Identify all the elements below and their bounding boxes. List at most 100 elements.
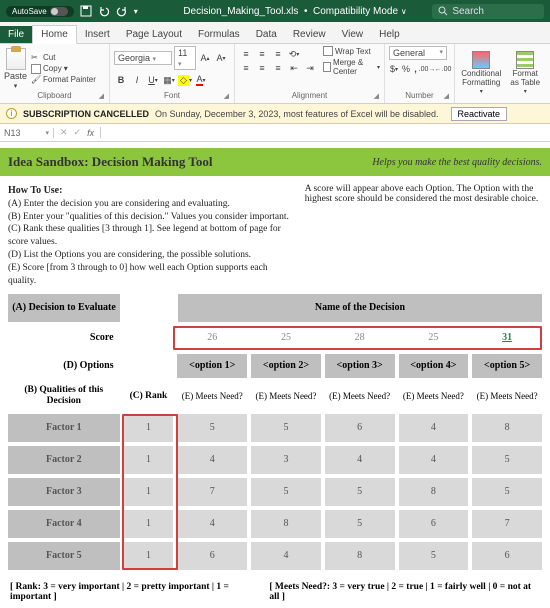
wrap-text-button[interactable]: Wrap Text [323, 46, 380, 56]
conditional-formatting-button[interactable]: Conditional Formatting▾ [459, 51, 503, 95]
value-cell[interactable]: 5 [251, 478, 321, 506]
rank-cell[interactable]: 1 [124, 414, 174, 442]
value-cell[interactable]: 4 [399, 446, 469, 474]
search-box[interactable]: Search [432, 4, 544, 19]
launcher-icon[interactable]: ◢ [224, 92, 229, 100]
value-cell[interactable]: 5 [251, 414, 321, 442]
factor-name-cell[interactable]: Factor 4 [8, 510, 120, 538]
value-cell[interactable]: 6 [177, 542, 247, 570]
tab-review[interactable]: Review [285, 26, 334, 43]
name-box[interactable]: N13▾ [0, 128, 54, 138]
font-size-select[interactable]: 11 ▾ [174, 46, 196, 70]
value-cell[interactable]: 5 [399, 542, 469, 570]
option-header-3[interactable]: <option 3> [325, 354, 395, 378]
option-header-1[interactable]: <option 1> [177, 354, 247, 378]
orientation-button[interactable]: ⟲▾ [287, 47, 301, 61]
value-cell[interactable]: 4 [325, 446, 395, 474]
option-header-5[interactable]: <option 5> [472, 354, 542, 378]
decrease-decimal-button[interactable]: ←.00 [436, 62, 450, 76]
factor-name-cell[interactable]: Factor 3 [8, 478, 120, 506]
tab-view[interactable]: View [334, 26, 372, 43]
percent-button[interactable]: % [401, 62, 411, 76]
copy-button[interactable]: Copy ▾ [31, 64, 96, 74]
factor-name-cell[interactable]: Factor 1 [8, 414, 120, 442]
align-left-button[interactable]: ≡ [239, 61, 253, 75]
tab-home[interactable]: Home [32, 25, 77, 44]
value-cell[interactable]: 7 [177, 478, 247, 506]
save-icon[interactable] [80, 5, 92, 17]
number-format-select[interactable]: General ▾ [389, 46, 447, 60]
tab-file[interactable]: File [0, 26, 32, 43]
tab-help[interactable]: Help [371, 26, 408, 43]
value-cell[interactable]: 4 [399, 414, 469, 442]
value-cell[interactable]: 3 [251, 446, 321, 474]
fx-icon[interactable]: fx [87, 128, 94, 138]
value-cell[interactable]: 4 [177, 446, 247, 474]
tab-data[interactable]: Data [248, 26, 285, 43]
factor-name-cell[interactable]: Factor 5 [8, 542, 120, 570]
rank-cell[interactable]: 1 [124, 478, 174, 506]
launcher-icon[interactable]: ◢ [99, 92, 104, 100]
value-cell[interactable]: 8 [325, 542, 395, 570]
value-cell[interactable]: 4 [177, 510, 247, 538]
value-cell[interactable]: 7 [472, 510, 542, 538]
paste-button[interactable]: Paste ▾ [4, 48, 27, 90]
fill-color-button[interactable]: ◇▾ [178, 73, 192, 87]
indent-increase-button[interactable]: ⇥ [303, 61, 317, 75]
italic-button[interactable]: I [130, 73, 144, 87]
value-cell[interactable]: 5 [472, 478, 542, 506]
font-color-button[interactable]: A▾ [194, 73, 208, 87]
enter-icon[interactable]: ✓ [74, 127, 82, 138]
value-cell[interactable]: 8 [472, 414, 542, 442]
format-painter-button[interactable]: 🖌Format Painter [31, 75, 96, 85]
align-bottom-button[interactable]: ≡ [271, 47, 285, 61]
align-middle-button[interactable]: ≡ [255, 47, 269, 61]
bold-button[interactable]: B [114, 73, 128, 87]
border-button[interactable]: ▦▾ [162, 73, 176, 87]
value-cell[interactable]: 5 [472, 446, 542, 474]
align-right-button[interactable]: ≡ [271, 61, 285, 75]
comma-button[interactable]: , [413, 62, 418, 76]
value-cell[interactable]: 5 [325, 478, 395, 506]
factor-name-cell[interactable]: Factor 2 [8, 446, 120, 474]
value-cell[interactable]: 5 [325, 510, 395, 538]
rank-cell[interactable]: 1 [124, 446, 174, 474]
value-cell[interactable]: 4 [251, 542, 321, 570]
autosave-toggle[interactable]: AutoSave [6, 6, 74, 17]
rank-cell[interactable]: 1 [124, 542, 174, 570]
decrease-font-button[interactable]: A▾ [214, 51, 228, 65]
cancel-icon[interactable]: ✕ [60, 127, 68, 138]
value-cell[interactable]: 6 [399, 510, 469, 538]
tab-formulas[interactable]: Formulas [190, 26, 248, 43]
value-cell[interactable]: 8 [399, 478, 469, 506]
autosave-switch[interactable] [50, 7, 68, 16]
value-cell[interactable]: 6 [472, 542, 542, 570]
rank-cell[interactable]: 1 [124, 510, 174, 538]
increase-decimal-button[interactable]: .00→ [420, 62, 434, 76]
format-as-table-button[interactable]: Format as Table▾ [509, 51, 541, 95]
tab-insert[interactable]: Insert [77, 26, 118, 43]
font-name-select[interactable]: Georgia ▾ [114, 51, 172, 65]
indent-decrease-button[interactable]: ⇤ [287, 61, 301, 75]
cut-button[interactable]: ✂Cut [31, 53, 96, 63]
merge-center-button[interactable]: Merge & Center ▾ [323, 58, 380, 76]
increase-font-button[interactable]: A▴ [198, 51, 212, 65]
launcher-icon[interactable]: ◢ [444, 92, 449, 100]
underline-button[interactable]: U▾ [146, 73, 160, 87]
redo-icon[interactable] [116, 5, 128, 17]
launcher-icon[interactable]: ◢ [374, 92, 379, 100]
option-header-4[interactable]: <option 4> [399, 354, 469, 378]
value-cell[interactable]: 6 [325, 414, 395, 442]
currency-button[interactable]: $▾ [389, 62, 399, 76]
options-label: (D) Options [8, 354, 120, 378]
tab-pagelayout[interactable]: Page Layout [118, 26, 190, 43]
meets-header-1: (E) Meets Need? [177, 382, 247, 410]
value-cell[interactable]: 5 [177, 414, 247, 442]
value-cell[interactable]: 8 [251, 510, 321, 538]
undo-icon[interactable] [98, 5, 110, 17]
reactivate-button[interactable]: Reactivate [451, 107, 508, 121]
decision-name-cell[interactable]: Name of the Decision [178, 294, 542, 322]
align-center-button[interactable]: ≡ [255, 61, 269, 75]
align-top-button[interactable]: ≡ [239, 47, 253, 61]
option-header-2[interactable]: <option 2> [251, 354, 321, 378]
